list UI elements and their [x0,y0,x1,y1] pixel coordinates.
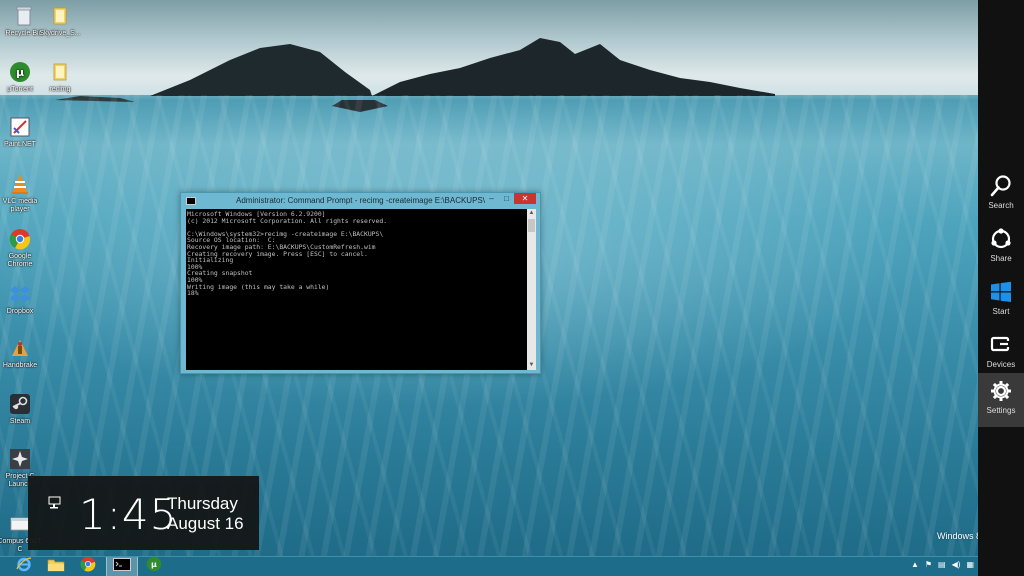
desktop-icon-skydrive[interactable]: Skydrive_S... [36,4,84,38]
svg-text:µ: µ [151,560,157,569]
charm-start[interactable]: Start [978,274,1024,327]
charm-share[interactable]: Share [978,221,1024,274]
charm-search[interactable]: Search [978,168,1024,221]
steam-icon [8,392,32,416]
taskbar-internet-explorer[interactable] [8,557,40,576]
taskbar: µ ▲ ⚑ ▤ ◀) ▦ [0,556,978,576]
vertical-scrollbar[interactable]: ▲ ▼ [527,209,536,370]
desktop-icon-vlc[interactable]: VLC media player [0,172,44,214]
taskbar-utorrent[interactable]: µ [138,556,170,576]
internet-explorer-icon [16,556,32,576]
console-line: Writing image (this may take a while) [187,282,330,291]
vlc-icon [8,172,32,196]
desktop-icon-recimg[interactable]: recimg [36,60,84,94]
clock-date: August 16 [167,514,244,533]
search-icon [978,168,1024,198]
network-icon [48,496,62,515]
devices-icon [978,327,1024,357]
window-titlebar[interactable]: Administrator: Command Prompt - recimg -… [181,193,540,209]
desktop-icon-chrome[interactable]: Google Chrome [0,227,44,269]
charm-settings[interactable]: Settings [978,373,1024,427]
chrome-icon [8,227,32,251]
flag-icon[interactable]: ⚑ [925,560,932,569]
handbrake-icon [8,336,32,360]
console-line: 18% [187,289,199,298]
console-line: Creating recovery image. Press [ESC] to … [187,249,368,258]
network-icon[interactable]: ▤ [938,560,946,569]
utorrent-icon: µ [146,556,162,576]
windows-logo-icon [978,274,1024,304]
maximize-button[interactable]: □ [499,193,514,204]
taskbar-command-prompt[interactable] [106,556,138,576]
chrome-icon [80,556,96,576]
project-c-icon [8,447,32,471]
close-button[interactable]: ✕ [514,193,536,204]
scroll-thumb[interactable] [528,219,535,232]
share-icon [978,221,1024,251]
folder-icon [48,60,72,84]
os-watermark: Windows 8 [937,531,982,541]
command-prompt-window[interactable]: Administrator: Command Prompt - recimg -… [180,192,541,374]
recycle-bin-icon [12,4,36,28]
minimize-button[interactable]: – [484,193,499,204]
paint-net-icon [8,115,32,139]
taskbar-file-explorer[interactable] [40,557,72,576]
file-explorer-icon [47,557,65,576]
console-line: (c) 2012 Microsoft Corporation. All righ… [187,216,388,225]
console-line: Initializing [187,256,234,265]
keyboard-icon[interactable]: ▦ [966,560,974,569]
desktop-icon-paint-net[interactable]: Paint.NET [0,115,44,149]
desktop-icon-handbrake[interactable]: Handbrake [0,336,44,370]
volume-icon[interactable]: ◀) [952,560,961,569]
console-output[interactable]: Microsoft Windows [Version 6.2.9200] (c) … [186,209,527,370]
folder-icon [48,4,72,28]
scroll-up-icon[interactable]: ▲ [527,209,536,218]
system-tray: ▲ ⚑ ▤ ◀) ▦ [911,560,974,569]
clock-day: Thursday [167,494,238,513]
taskbar-chrome[interactable] [72,556,104,576]
desktop-icon-steam[interactable]: Steam [0,392,44,426]
clock-time: 1:45 [79,490,178,539]
utorrent-icon: µ [8,60,32,84]
lock-clock-overlay: 1:45 Thursday August 16 [28,476,259,550]
dropbox-icon [8,282,32,306]
svg-text:µ: µ [16,66,24,79]
console-line: Creating snapshot [187,269,253,278]
cmd-icon [113,557,131,576]
gear-icon [978,380,1024,403]
charms-bar: Search Share Start Devices Settings [978,0,1024,576]
scroll-down-icon[interactable]: ▼ [527,361,536,370]
desktop-icon-dropbox[interactable]: Dropbox [0,282,44,316]
show-hidden-icons-icon[interactable]: ▲ [911,560,919,569]
